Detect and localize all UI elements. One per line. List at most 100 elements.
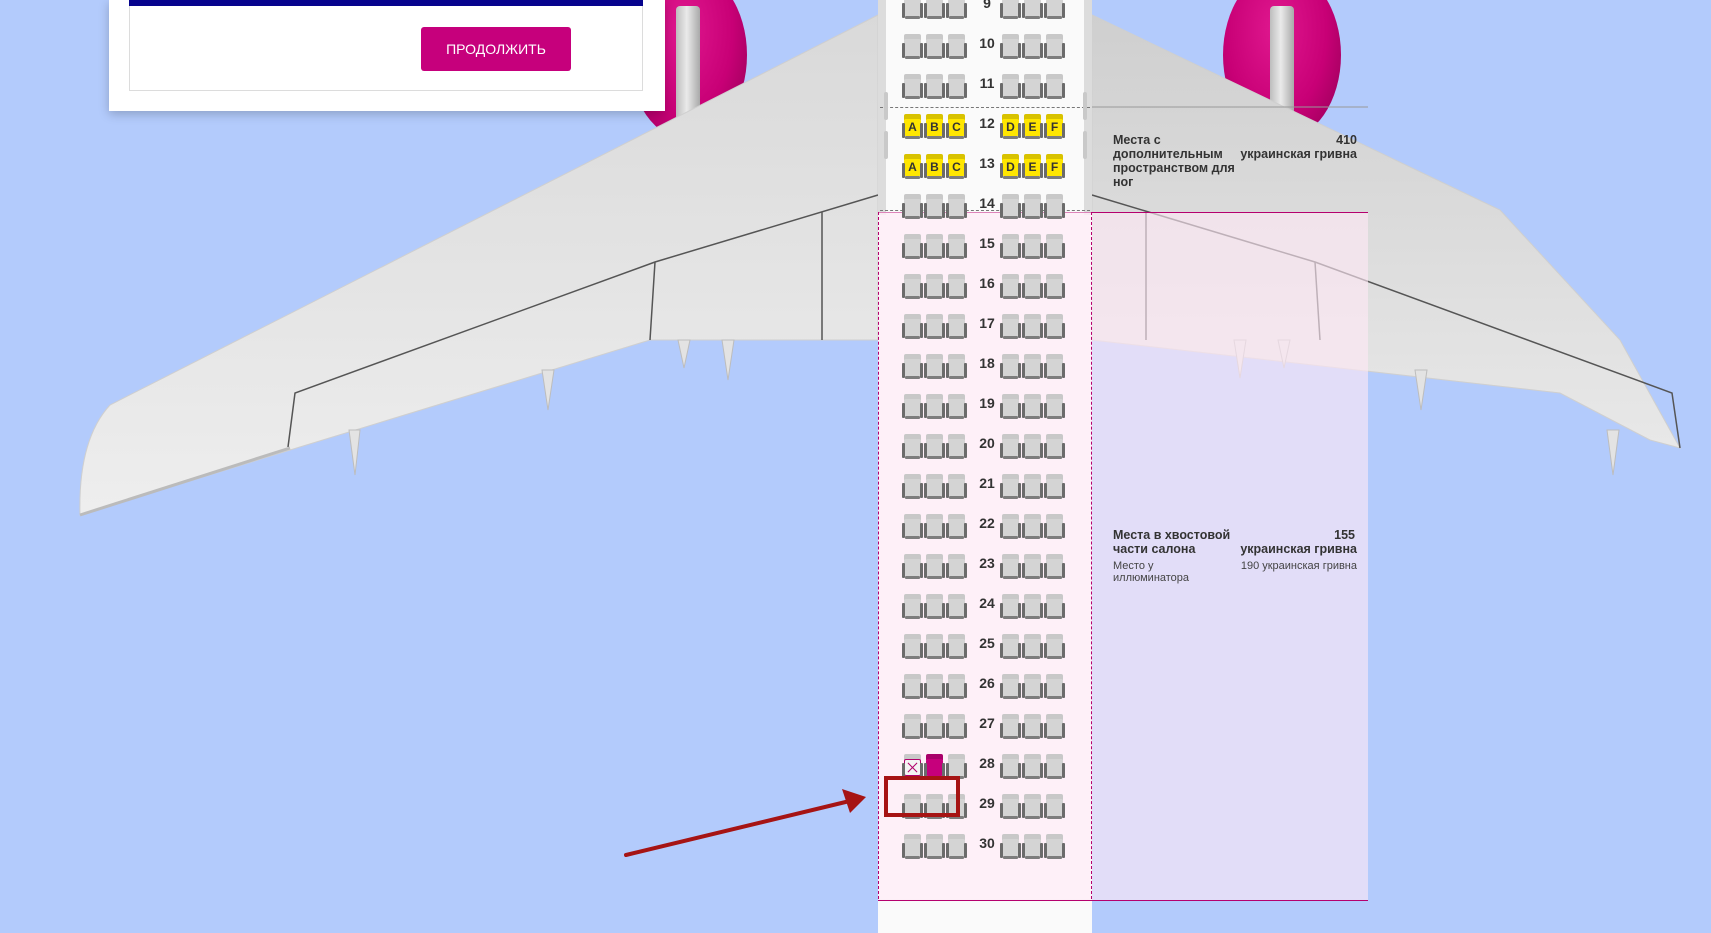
- continue-button[interactable]: ПРОДОЛЖИТЬ: [421, 27, 571, 71]
- seat-occupied: [902, 354, 923, 380]
- seat-row: 26: [902, 674, 1070, 704]
- row-number: 22: [979, 515, 995, 531]
- seat-occupied: [1022, 434, 1043, 460]
- seat-occupied: [1044, 554, 1065, 580]
- seat-occupied: [1044, 514, 1065, 540]
- seat-available[interactable]: E: [1022, 154, 1043, 180]
- seat-occupied: [1022, 74, 1043, 100]
- seat-occupied: [1000, 514, 1021, 540]
- seat-available[interactable]: C: [946, 154, 967, 180]
- row-number: 16: [979, 275, 995, 291]
- seat-occupied: [946, 74, 967, 100]
- seat-selection-popup: ПРОДОЛЖИТЬ: [109, 0, 665, 111]
- seat-available[interactable]: F: [1044, 114, 1065, 140]
- seat-occupied: [902, 834, 923, 860]
- row-number: 18: [979, 355, 995, 371]
- seat-occupied: [1044, 234, 1065, 260]
- seat-letter: A: [908, 160, 917, 174]
- row-number: 20: [979, 435, 995, 451]
- seat-row: 14: [902, 194, 1070, 224]
- row-number: 28: [979, 755, 995, 771]
- seat-row: 10: [902, 34, 1070, 64]
- seat-occupied: [902, 554, 923, 580]
- seat-available[interactable]: B: [924, 154, 945, 180]
- seat-available[interactable]: D: [1000, 154, 1021, 180]
- seat-occupied: [1022, 394, 1043, 420]
- seat-occupied: [1022, 514, 1043, 540]
- seat-occupied: [924, 834, 945, 860]
- seat-available[interactable]: A: [902, 154, 923, 180]
- seat-occupied: [924, 274, 945, 300]
- seat-letter: D: [1006, 160, 1015, 174]
- seat-occupied: [1022, 474, 1043, 500]
- legend-extra-legroom-price: 410: [1336, 133, 1357, 147]
- seat-row: 30: [902, 834, 1070, 864]
- seat-letter: D: [1006, 120, 1015, 134]
- selected-seat-highlight: [884, 776, 960, 817]
- seat-row: 19: [902, 394, 1070, 424]
- seat-occupied: [1022, 314, 1043, 340]
- seat-occupied: [1000, 274, 1021, 300]
- row-number: 9: [983, 0, 991, 11]
- legend-extra-legroom-currency: украинская гривна: [1240, 147, 1357, 161]
- seat-occupied: [1022, 34, 1043, 60]
- seat-occupied: [1000, 0, 1021, 20]
- seat-occupied: [1044, 274, 1065, 300]
- seat-available[interactable]: B: [924, 114, 945, 140]
- seat-occupied: [1044, 634, 1065, 660]
- seat-occupied: [946, 234, 967, 260]
- seat-occupied: [946, 354, 967, 380]
- seat-row: 20: [902, 434, 1070, 464]
- seat-available[interactable]: A: [902, 114, 923, 140]
- seat-occupied: [924, 434, 945, 460]
- seat-occupied: [1000, 354, 1021, 380]
- seat-row: 15: [902, 234, 1070, 264]
- exit-marker: [1083, 92, 1087, 120]
- seat-occupied: [1022, 554, 1043, 580]
- seat-available[interactable]: F: [1044, 154, 1065, 180]
- seat-available[interactable]: D: [1000, 114, 1021, 140]
- seat-occupied: [902, 314, 923, 340]
- seat-row: 16: [902, 274, 1070, 304]
- seat-letter: C: [952, 160, 961, 174]
- seat-occupied: [902, 74, 923, 100]
- seat-occupied: [1044, 394, 1065, 420]
- row-number: 15: [979, 235, 995, 251]
- seat-available[interactable]: C: [946, 114, 967, 140]
- seat-occupied: [1044, 674, 1065, 700]
- seat-occupied: [1044, 594, 1065, 620]
- seat-row: A B C D E F 13: [902, 154, 1070, 184]
- seat-available[interactable]: E: [1022, 114, 1043, 140]
- row-number: 23: [979, 555, 995, 571]
- seat-occupied: [1044, 74, 1065, 100]
- row-number: 25: [979, 635, 995, 651]
- seat-row: 27: [902, 714, 1070, 744]
- seat-occupied: [924, 74, 945, 100]
- seat-occupied: [1000, 554, 1021, 580]
- seat-occupied: [1044, 474, 1065, 500]
- seat-letter: F: [1050, 160, 1059, 174]
- seat-occupied: [1000, 434, 1021, 460]
- seat-occupied: [1044, 0, 1065, 20]
- seat-occupied: [1000, 794, 1021, 820]
- seat-occupied: [924, 0, 945, 20]
- seat-occupied: [902, 474, 923, 500]
- seat-occupied: [924, 194, 945, 220]
- legend-window-label: Место у иллюминатора: [1113, 560, 1190, 584]
- legend-tail-currency: украинская гривна: [1240, 542, 1357, 556]
- seat-occupied: [902, 634, 923, 660]
- seat-occupied: [946, 274, 967, 300]
- row-number: 17: [979, 315, 995, 331]
- seat-occupied: [1022, 274, 1043, 300]
- seat-occupied: [946, 434, 967, 460]
- seat-occupied: [924, 594, 945, 620]
- seat-occupied: [946, 314, 967, 340]
- seat-letter: B: [930, 120, 939, 134]
- seat-row: 23: [902, 554, 1070, 584]
- seat-occupied: [1044, 754, 1065, 780]
- seat-occupied: [1044, 354, 1065, 380]
- seat-occupied: [946, 714, 967, 740]
- row-number: 27: [979, 715, 995, 731]
- seat-occupied: [924, 634, 945, 660]
- row-number: 10: [979, 35, 995, 51]
